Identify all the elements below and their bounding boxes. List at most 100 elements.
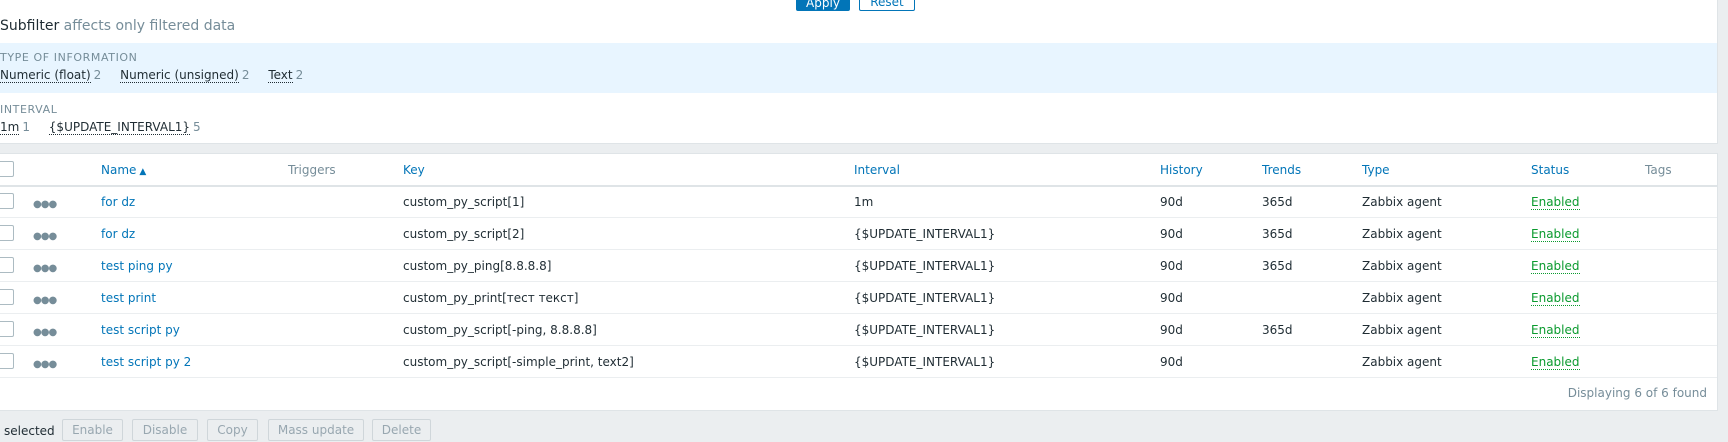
subfilter-interval-1m-link[interactable]: 1m (0, 120, 20, 135)
item-type: Zabbix agent (1362, 323, 1442, 337)
table-row: ●●● for dz custom_py_script[2] {$UPDATE_… (0, 218, 1717, 250)
item-name-link[interactable]: test script py (101, 323, 180, 337)
subfilter-hint: affects only filtered data (63, 18, 236, 34)
column-header-triggers: Triggers (288, 163, 336, 177)
subfilter-interval-macro-link[interactable]: {$UPDATE_INTERVAL1} (48, 120, 191, 135)
item-interval: {$UPDATE_INTERVAL1} (854, 323, 996, 337)
item-interval: {$UPDATE_INTERVAL1} (854, 291, 996, 305)
subfilter-type-text-link[interactable]: Text (268, 68, 293, 83)
subfilter-interval-label: INTERVAL (0, 103, 58, 116)
item-name-link[interactable]: test print (101, 291, 156, 305)
item-name-link[interactable]: test ping py (101, 259, 173, 273)
subfilter-title-text: Subfilter (0, 18, 60, 34)
item-trends: 365d (1262, 227, 1293, 241)
table-header: Name ▲ Triggers Key Interval History Tren… (0, 154, 1717, 187)
item-key: custom_py_ping[8.8.8.8] (403, 259, 552, 273)
more-dots-icon[interactable]: ●●● (33, 199, 57, 210)
item-history: 90d (1160, 259, 1183, 273)
item-status-toggle[interactable]: Enabled (1531, 291, 1580, 306)
item-type: Zabbix agent (1362, 355, 1442, 369)
sort-asc-icon: ▲ (139, 167, 147, 177)
item-status-toggle[interactable]: Enabled (1531, 195, 1580, 210)
column-header-name[interactable]: Name ▲ (101, 163, 146, 177)
item-interval: {$UPDATE_INTERVAL1} (854, 227, 996, 241)
item-status-toggle[interactable]: Enabled (1531, 355, 1580, 370)
row-checkbox[interactable] (0, 193, 14, 209)
column-header-history[interactable]: History (1160, 163, 1203, 177)
item-history: 90d (1160, 195, 1183, 209)
delete-button[interactable]: Delete (372, 419, 431, 441)
table-row: ●●● test script py 2 custom_py_script[-s… (0, 346, 1717, 378)
row-checkbox[interactable] (0, 321, 14, 337)
reset-button[interactable]: Reset (859, 0, 915, 11)
column-header-name-label: Name (101, 163, 137, 177)
subfilter-type-unsigned-count: 2 (241, 68, 250, 82)
more-dots-icon[interactable]: ●●● (33, 295, 57, 306)
items-table: Name ▲ Triggers Key Interval History Tren… (0, 153, 1718, 411)
subfilter-interval-values: 1m 1 {$UPDATE_INTERVAL1} 5 (0, 120, 216, 135)
table-row: ●●● for dz custom_py_script[1] 1m 90d 36… (0, 186, 1717, 218)
item-history: 90d (1160, 355, 1183, 369)
table-row: ●●● test ping py custom_py_ping[8.8.8.8]… (0, 250, 1717, 282)
item-key: custom_py_script[-simple_print, text2] (403, 355, 634, 369)
row-checkbox[interactable] (0, 225, 14, 241)
item-status-toggle[interactable]: Enabled (1531, 323, 1580, 338)
row-checkbox[interactable] (0, 257, 14, 273)
subfilter-type-values: Numeric (float) 2 Numeric (unsigned) 2 Tex… (0, 68, 318, 83)
subfilter-type-text-count: 2 (295, 68, 304, 82)
subfilter-interval-1m-count: 1 (22, 120, 30, 134)
column-header-type[interactable]: Type (1362, 163, 1390, 177)
item-key: custom_py_script[2] (403, 227, 525, 241)
column-header-interval[interactable]: Interval (854, 163, 900, 177)
item-name-link[interactable]: for dz (101, 195, 135, 209)
item-trends: 365d (1262, 195, 1293, 209)
row-checkbox[interactable] (0, 353, 14, 369)
subfilter-type-float-count: 2 (93, 68, 102, 82)
item-history: 90d (1160, 227, 1183, 241)
item-type: Zabbix agent (1362, 259, 1442, 273)
more-dots-icon[interactable]: ●●● (33, 231, 57, 242)
selected-count-text: selected (4, 424, 55, 438)
row-checkbox[interactable] (0, 289, 14, 305)
item-history: 90d (1160, 291, 1183, 305)
item-interval: {$UPDATE_INTERVAL1} (854, 355, 996, 369)
table-row: ●●● test script py custom_py_script[-pin… (0, 314, 1717, 346)
subfilter-interval-macro-count: 5 (193, 120, 201, 134)
item-key: custom_py_script[-ping, 8.8.8.8] (403, 323, 597, 337)
item-key: custom_py_print[тест текст] (403, 291, 579, 305)
mass-update-button[interactable]: Mass update (268, 419, 364, 441)
column-header-key[interactable]: Key (403, 163, 425, 177)
more-dots-icon[interactable]: ●●● (33, 263, 57, 274)
item-trends: 365d (1262, 323, 1293, 337)
table-row: ●●● test print custom_py_print[тест текс… (0, 282, 1717, 314)
column-header-trends[interactable]: Trends (1262, 163, 1301, 177)
enable-button[interactable]: Enable (62, 419, 123, 441)
subfilter-type-unsigned-link[interactable]: Numeric (unsigned) (120, 68, 239, 83)
copy-button[interactable]: Copy (207, 419, 258, 441)
item-interval: {$UPDATE_INTERVAL1} (854, 259, 996, 273)
item-trends: 365d (1262, 259, 1293, 273)
column-header-tags: Tags (1645, 163, 1672, 177)
more-dots-icon[interactable]: ●●● (33, 359, 57, 370)
item-interval: 1m (854, 195, 874, 209)
subfilter-title: Subfilter affects only filtered data (0, 18, 235, 34)
item-key: custom_py_script[1] (403, 195, 525, 209)
select-all-checkbox[interactable] (0, 161, 14, 177)
item-type: Zabbix agent (1362, 195, 1442, 209)
apply-button[interactable]: Apply (796, 0, 850, 11)
item-type: Zabbix agent (1362, 291, 1442, 305)
item-status-toggle[interactable]: Enabled (1531, 227, 1580, 242)
subfilter-type-label: TYPE OF INFORMATION (0, 51, 138, 64)
mass-action-bar: selected Enable Disable Copy Mass update… (0, 418, 1728, 442)
item-status-toggle[interactable]: Enabled (1531, 259, 1580, 274)
item-type: Zabbix agent (1362, 227, 1442, 241)
column-header-status[interactable]: Status (1531, 163, 1569, 177)
subfilter-type-float-link[interactable]: Numeric (float) (0, 68, 91, 83)
item-history: 90d (1160, 323, 1183, 337)
item-name-link[interactable]: test script py 2 (101, 355, 191, 369)
disable-button[interactable]: Disable (132, 419, 198, 441)
item-name-link[interactable]: for dz (101, 227, 135, 241)
table-footer-count: Displaying 6 of 6 found (1567, 386, 1707, 400)
filter-panel: Apply Reset Subfilter affects only filte… (0, 0, 1718, 144)
more-dots-icon[interactable]: ●●● (33, 327, 57, 338)
